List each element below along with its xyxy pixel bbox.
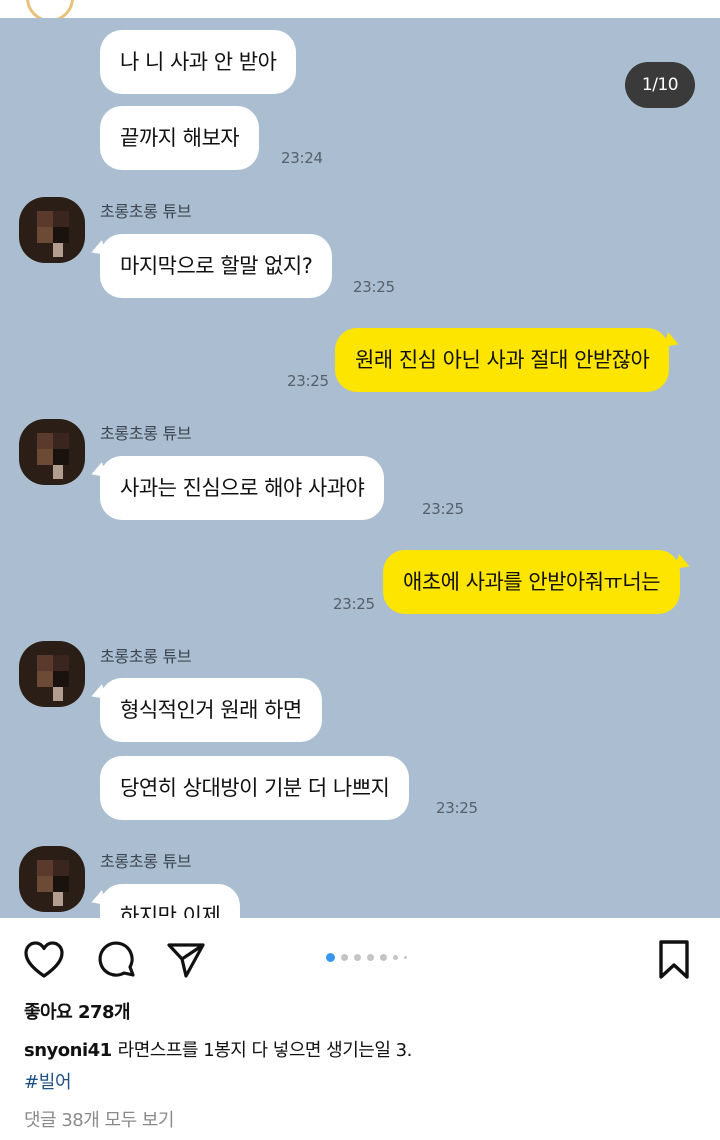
carousel-dot bbox=[341, 953, 348, 961]
chat-bubble-incoming: 형식적인거 원래 하면 bbox=[100, 678, 322, 742]
sender-avatar[interactable] bbox=[19, 641, 85, 707]
post-caption: snyoni41 라면스프를 1봉지 다 넣으면 생기는일 3. bbox=[24, 1036, 412, 1062]
send-icon[interactable] bbox=[164, 938, 208, 982]
image-counter-badge: 1/10 bbox=[625, 62, 695, 108]
message-time: 23:25 bbox=[333, 595, 375, 613]
message-time: 23:25 bbox=[436, 799, 478, 817]
sender-avatar[interactable] bbox=[19, 846, 85, 912]
chat-bubble-incoming: 하지만 이제 bbox=[100, 884, 241, 918]
chat-bubble-incoming: 사과는 진심으로 해야 사과야 bbox=[100, 456, 385, 520]
carousel-dot bbox=[404, 955, 407, 959]
chat-bubble-incoming: 나 니 사과 안 받아 bbox=[100, 30, 297, 94]
heart-icon[interactable] bbox=[22, 938, 66, 982]
sender-name: 초롱초롱 튜브 bbox=[100, 852, 192, 871]
chat-bubble-incoming: 마지막으로 할말 없지? bbox=[100, 234, 333, 298]
sender-name: 초롱초롱 튜브 bbox=[100, 424, 192, 443]
chat-bubble-incoming: 당연히 상대방이 기분 더 나쁘지 bbox=[100, 756, 410, 820]
chat-bubble-outgoing: 원래 진심 아닌 사과 절대 안받잖아 bbox=[335, 328, 670, 392]
hashtag-link[interactable]: #빌어 bbox=[24, 1068, 72, 1094]
message-time: 23:24 bbox=[281, 149, 323, 167]
message-time: 23:25 bbox=[422, 500, 464, 518]
message-time: 23:25 bbox=[287, 372, 329, 390]
carousel-dot bbox=[354, 953, 361, 961]
chat-bubble-outgoing: 애초에 사과를 안받아줘ㅠ너는 bbox=[383, 550, 681, 614]
carousel-indicator bbox=[326, 952, 407, 962]
carousel-dot bbox=[367, 953, 374, 961]
sender-avatar[interactable] bbox=[19, 197, 85, 263]
sender-avatar[interactable] bbox=[19, 419, 85, 485]
view-all-comments-link[interactable]: 댓글 38개 모두 보기 bbox=[24, 1106, 175, 1132]
caption-text: 라면스프를 1봉지 다 넣으면 생기는일 3. bbox=[117, 1040, 413, 1061]
carousel-dot-active bbox=[326, 952, 335, 962]
carousel-dot bbox=[380, 953, 387, 961]
top-bar bbox=[0, 0, 720, 22]
message-time: 23:25 bbox=[353, 278, 395, 296]
carousel-dot bbox=[393, 954, 398, 960]
comment-icon[interactable] bbox=[95, 938, 139, 982]
sender-name: 초롱초롱 튜브 bbox=[100, 202, 192, 221]
likes-count[interactable]: 좋아요 278개 bbox=[24, 998, 131, 1024]
chat-bubble-incoming: 끝까지 해보자 bbox=[100, 106, 260, 170]
bookmark-icon[interactable] bbox=[652, 938, 696, 982]
caption-username[interactable]: snyoni41 bbox=[24, 1040, 112, 1061]
post-image[interactable]: 1/10 나 니 사과 안 받아 끝까지 해보자 23:24 초롱초롱 튜브 마… bbox=[0, 18, 720, 918]
sender-name: 초롱초롱 튜브 bbox=[100, 647, 192, 666]
